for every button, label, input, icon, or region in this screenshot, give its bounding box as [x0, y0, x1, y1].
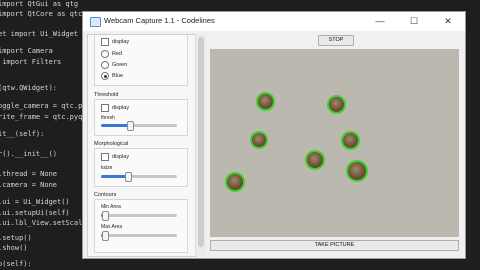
red-label: Red	[112, 51, 123, 57]
checkbox-icon	[101, 153, 109, 161]
code-line: .ui.lbl_View.setScale	[0, 219, 84, 227]
code-line: import QtCore as qtc	[0, 10, 83, 18]
ksize-slider[interactable]	[101, 172, 177, 182]
min-area-label: Min Area	[101, 204, 121, 210]
code-line: .camera = None	[0, 181, 58, 189]
ksize-label: ksize	[101, 165, 113, 171]
color-display-label: display	[112, 39, 130, 45]
code-line: et import Ui_Widget	[0, 30, 79, 38]
morphological-display-label: display	[112, 154, 130, 160]
code-line: import Filters	[0, 58, 62, 66]
minimize-button[interactable]: —	[363, 12, 397, 31]
panel-scrollbar[interactable]	[195, 34, 206, 255]
radio-icon	[101, 61, 109, 69]
stop-button[interactable]: STOP	[318, 35, 354, 46]
morphological-group: display ksize	[94, 148, 188, 187]
slider-handle[interactable]	[126, 121, 134, 131]
detected-object	[250, 131, 268, 149]
checkbox-icon	[101, 38, 109, 46]
blue-label: Blue	[112, 73, 124, 79]
threshold-group: display thresh	[94, 99, 188, 136]
color-group: display Red Green Blue	[94, 35, 188, 86]
code-line: .show()	[0, 244, 28, 252]
checkbox-icon	[101, 104, 109, 112]
max-area-slider[interactable]	[101, 231, 177, 241]
contours-title: Contours	[94, 192, 117, 198]
max-area-label: Max Area	[101, 224, 123, 230]
detected-object	[346, 160, 368, 182]
radio-icon	[101, 50, 109, 58]
code-line: it__(self):	[0, 130, 45, 138]
code-line: rite_frame = qtc.pyqt	[0, 113, 84, 121]
settings-panel: display Red Green Blue Threshold display…	[87, 34, 197, 257]
camera-view	[210, 49, 459, 237]
code-editor: import QtGui as qtg import QtCore as qtc…	[0, 0, 84, 270]
slider-fill	[101, 124, 130, 127]
detected-object	[225, 172, 245, 192]
take-picture-button[interactable]: TAKE PICTURE	[210, 240, 459, 251]
app-icon	[90, 17, 101, 27]
thresh-label: thresh	[101, 115, 115, 121]
detected-object	[327, 95, 346, 114]
morphological-title: Morphological	[94, 141, 129, 147]
min-area-slider[interactable]	[101, 211, 177, 221]
slider-handle[interactable]	[101, 231, 109, 241]
detected-object	[305, 150, 325, 170]
radio-selected-icon	[101, 72, 109, 80]
detected-object	[256, 92, 275, 111]
detected-object	[341, 131, 360, 150]
slider-handle[interactable]	[101, 211, 109, 221]
title-bar[interactable]: Webcam Capture 1.1 - Codelines — ☐ ✕	[83, 12, 465, 31]
threshold-display-label: display	[112, 105, 130, 111]
slider-handle[interactable]	[124, 172, 132, 182]
code-line: (qtw.QWidget):	[0, 84, 58, 92]
green-label: Green	[112, 62, 128, 68]
window-title: Webcam Capture 1.1 - Codelines	[104, 16, 215, 25]
thresh-slider[interactable]	[101, 121, 177, 131]
threshold-title: Threshold	[94, 92, 119, 98]
scrollbar-thumb[interactable]	[198, 37, 204, 247]
code-line: p(self):	[0, 260, 32, 268]
close-button[interactable]: ✕	[431, 12, 465, 31]
maximize-button[interactable]: ☐	[397, 12, 431, 31]
slider-fill	[101, 175, 128, 178]
code-line: r().__init__()	[0, 150, 58, 158]
contours-group: Min Area Max Area	[94, 199, 188, 253]
webcam-capture-window: Webcam Capture 1.1 - Codelines — ☐ ✕ dis…	[82, 11, 466, 259]
